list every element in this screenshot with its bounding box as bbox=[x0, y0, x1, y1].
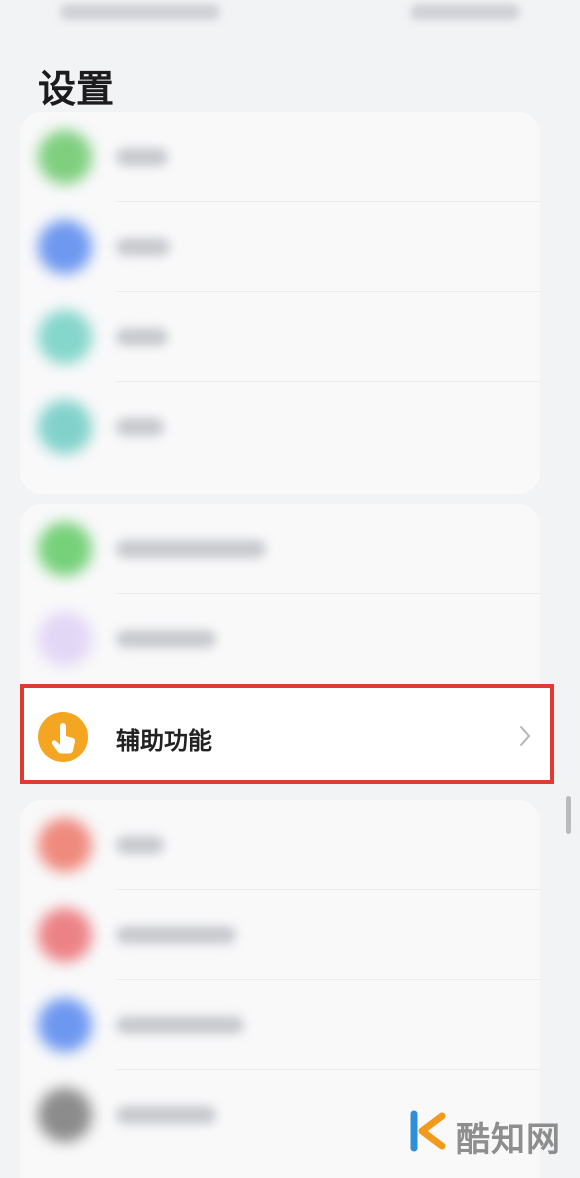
watermark: 酷知网 bbox=[406, 1098, 566, 1168]
item-label-blurred bbox=[116, 630, 216, 648]
settings-group-1 bbox=[20, 112, 540, 494]
scrollbar[interactable] bbox=[566, 796, 571, 834]
status-time-blurred bbox=[60, 4, 220, 20]
item-label-blurred bbox=[116, 836, 164, 854]
item-icon bbox=[38, 220, 92, 274]
status-bar bbox=[0, 0, 580, 40]
settings-item-blurred[interactable] bbox=[20, 504, 540, 594]
settings-item-blurred[interactable] bbox=[20, 292, 540, 382]
item-icon bbox=[38, 522, 92, 576]
kz-logo bbox=[410, 1110, 446, 1152]
item-icon bbox=[38, 818, 92, 872]
item-icon bbox=[38, 1088, 92, 1142]
item-label-blurred bbox=[116, 926, 236, 944]
item-label-blurred bbox=[116, 148, 168, 166]
item-label-blurred bbox=[116, 328, 168, 346]
chevron-right-icon bbox=[520, 726, 530, 746]
item-icon bbox=[38, 908, 92, 962]
hand-pointer-icon bbox=[38, 712, 88, 762]
watermark-text: 酷知网 bbox=[456, 1120, 561, 1160]
item-icon bbox=[38, 612, 92, 666]
settings-item-blurred[interactable] bbox=[20, 594, 540, 684]
settings-item-blurred[interactable] bbox=[20, 800, 540, 890]
item-label-blurred bbox=[116, 418, 164, 436]
item-label-blurred bbox=[116, 540, 266, 558]
status-icons-blurred bbox=[410, 4, 520, 20]
settings-item-blurred[interactable] bbox=[20, 382, 540, 472]
settings-item-accessibility[interactable]: 辅助功能 bbox=[20, 684, 554, 784]
accessibility-label: 辅助功能 bbox=[116, 727, 212, 755]
settings-item-blurred[interactable] bbox=[20, 202, 540, 292]
item-icon bbox=[38, 310, 92, 364]
item-label-blurred bbox=[116, 238, 170, 256]
item-label-blurred bbox=[116, 1016, 244, 1034]
item-icon bbox=[38, 400, 92, 454]
settings-item-blurred[interactable] bbox=[20, 890, 540, 980]
settings-item-blurred[interactable] bbox=[20, 112, 540, 202]
item-icon bbox=[38, 130, 92, 184]
item-label-blurred bbox=[116, 1106, 216, 1124]
page-title: 设置 bbox=[38, 67, 115, 111]
settings-item-blurred[interactable] bbox=[20, 980, 540, 1070]
item-icon bbox=[38, 998, 92, 1052]
settings-group-2 bbox=[20, 504, 540, 684]
